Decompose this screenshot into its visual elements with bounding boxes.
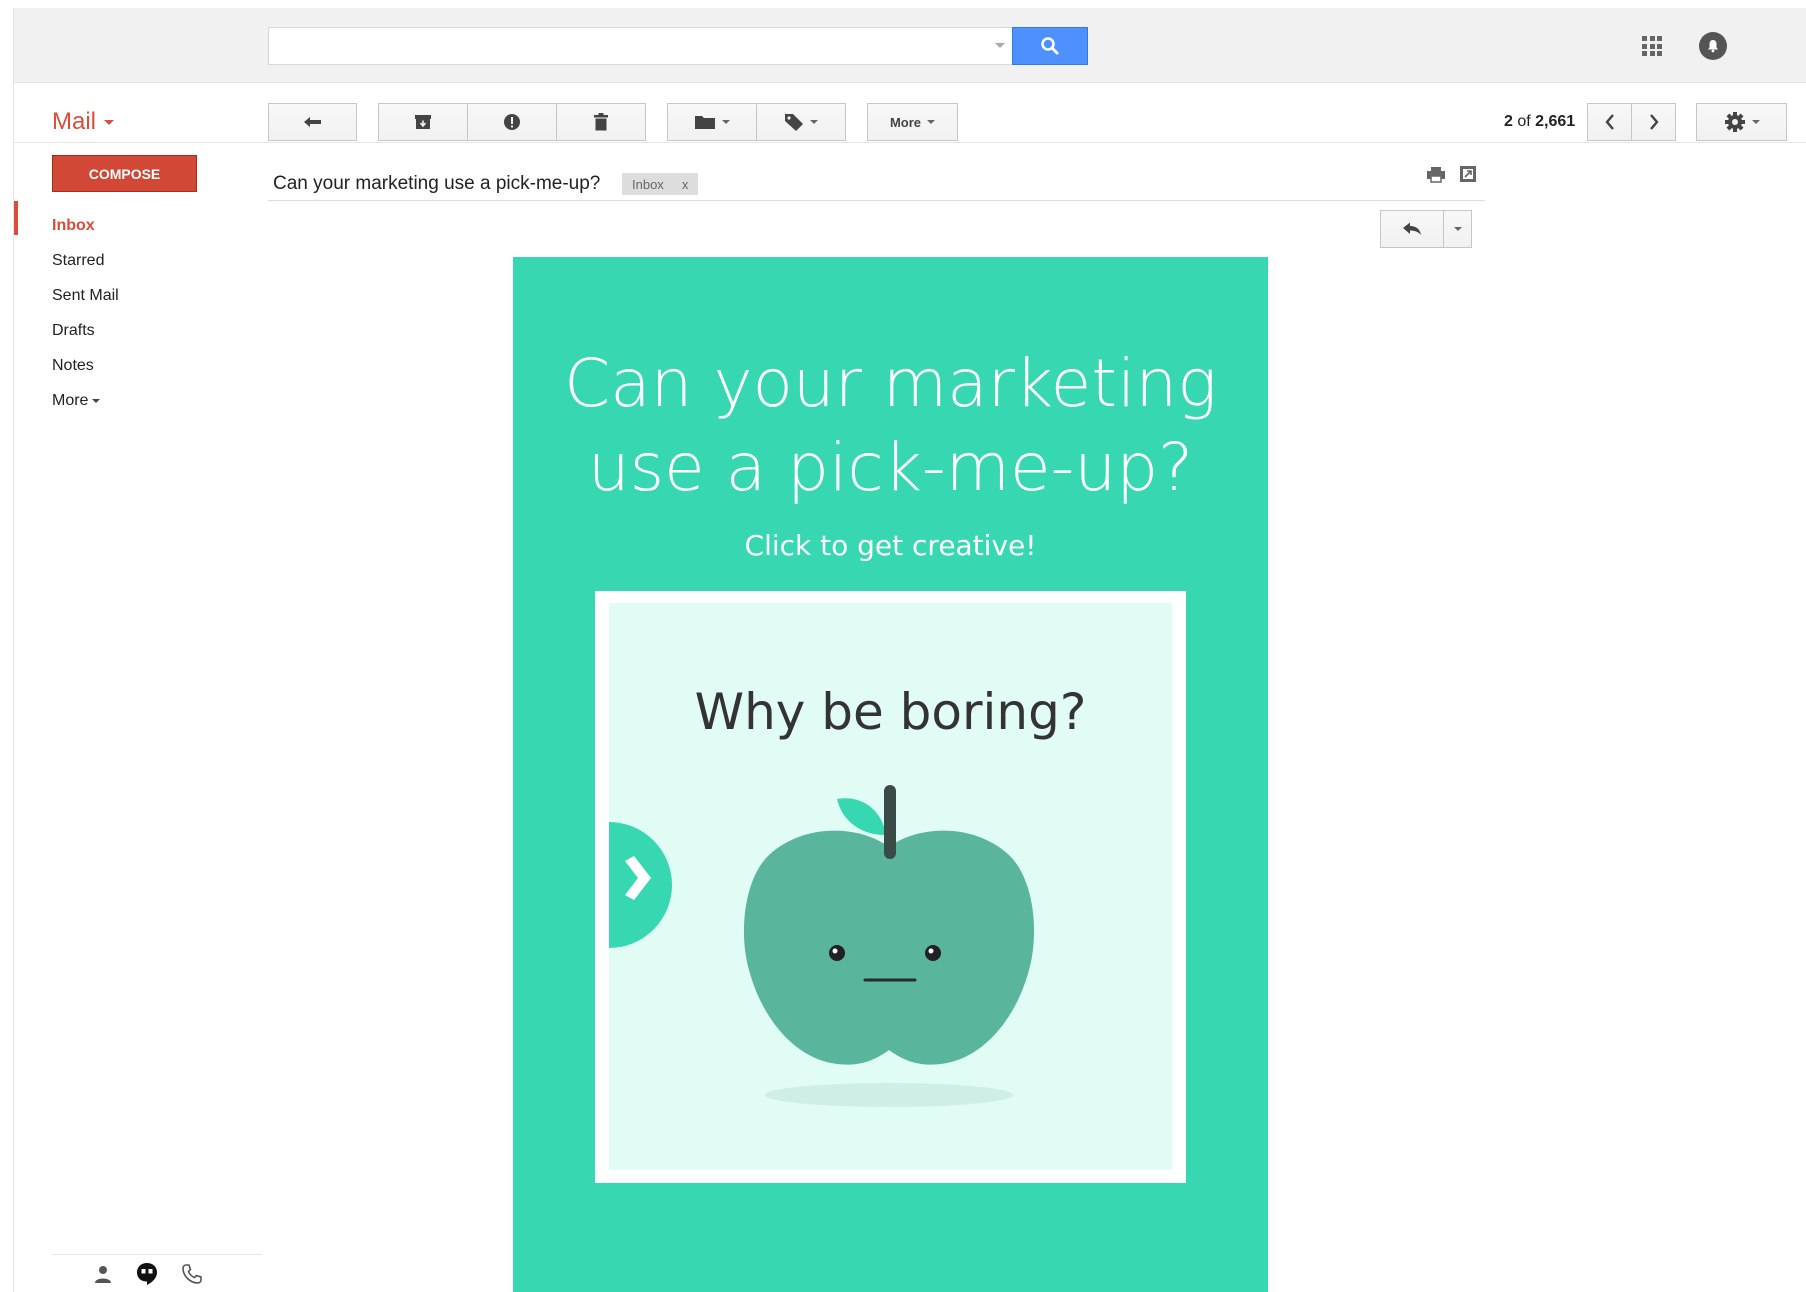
label-icon <box>785 114 803 131</box>
pager-of: of <box>1517 113 1531 130</box>
reply-options-caret-icon <box>1453 227 1462 231</box>
move-to-button[interactable] <box>667 103 757 141</box>
header-divider <box>268 200 1485 201</box>
email-image: Why be boring? <box>609 603 1172 1170</box>
email-body: Can your marketing use a pick-me-up? Cli… <box>513 257 1268 1292</box>
phone-icon[interactable] <box>182 1263 202 1284</box>
email-heading-line-2: use a pick-me-up? <box>587 429 1194 506</box>
apps-grid-icon[interactable] <box>1642 36 1662 56</box>
reply-options-button[interactable] <box>1444 210 1472 248</box>
sidebar-nav: Inbox Starred Sent Mail Drafts Notes Mor… <box>52 208 119 418</box>
mail-switcher[interactable]: Mail <box>52 108 115 136</box>
message-subject: Can your marketing use a pick-me-up? <box>273 173 601 194</box>
gmail-window: Mail More 2 of 2,661 COMPOSE Inbox Starr… <box>13 8 1806 1292</box>
folder-icon <box>695 116 715 129</box>
settings-caret-icon <box>1751 120 1760 124</box>
delete-button[interactable] <box>556 103 646 141</box>
search-input[interactable] <box>268 27 1013 65</box>
notifications-icon[interactable] <box>1699 32 1727 60</box>
report-spam-button[interactable] <box>467 103 557 141</box>
move-to-caret-icon <box>722 120 730 124</box>
new-window-icon[interactable] <box>1459 165 1477 183</box>
card-title: Why be boring? <box>694 683 1087 741</box>
sidebar-item-sent-mail[interactable]: Sent Mail <box>52 278 119 313</box>
inbox-label-text: Inbox <box>632 176 664 192</box>
archive-button[interactable] <box>378 103 468 141</box>
email-cta-link[interactable]: Click to get creative! <box>513 529 1268 562</box>
pager-total: 2,661 <box>1535 113 1576 130</box>
sidebar-item-more[interactable]: More <box>52 383 119 418</box>
chevron-right-icon <box>1649 114 1659 130</box>
archive-icon <box>415 115 431 129</box>
sidebar-item-notes[interactable]: Notes <box>52 348 119 383</box>
chevron-right-arrow-icon <box>625 856 651 900</box>
apple-illustration <box>743 785 1035 1107</box>
back-arrow-icon <box>303 117 321 127</box>
older-button[interactable] <box>1631 103 1676 141</box>
delete-icon <box>594 113 608 131</box>
sidebar-item-inbox[interactable]: Inbox <box>52 208 119 243</box>
inbox-label-chip[interactable]: Inbox x <box>622 173 699 195</box>
action-toolbar: Mail More 2 of 2,661 <box>14 83 1806 143</box>
email-image-card[interactable]: Why be boring? <box>595 591 1186 1183</box>
sidebar-item-starred[interactable]: Starred <box>52 243 119 278</box>
remove-label-button[interactable]: x <box>682 177 689 192</box>
print-icon[interactable] <box>1426 166 1446 184</box>
pager-current: 2 <box>1504 113 1513 130</box>
email-heading: Can your marketing use a pick-me-up? <box>513 342 1268 510</box>
more-actions-caret-icon <box>927 120 936 124</box>
report-spam-icon <box>504 114 520 130</box>
newer-button[interactable] <box>1587 103 1632 141</box>
person-icon[interactable] <box>94 1264 112 1284</box>
sidebar-item-more-label: More <box>52 391 89 409</box>
sidebar-bottom-tabs <box>52 1254 262 1292</box>
settings-button[interactable] <box>1696 103 1787 141</box>
mail-dropdown-caret-icon <box>104 119 115 125</box>
compose-button[interactable]: COMPOSE <box>52 155 197 192</box>
sidebar-item-drafts[interactable]: Drafts <box>52 313 119 348</box>
more-actions-label: More <box>889 114 922 130</box>
mail-label: Mail <box>52 108 97 135</box>
chevron-left-icon <box>1604 114 1614 130</box>
more-actions-button[interactable]: More <box>867 103 958 141</box>
reply-icon <box>1403 222 1421 235</box>
email-heading-line-1: Can your marketing <box>564 345 1217 422</box>
labels-caret-icon <box>810 120 818 124</box>
search-icon <box>1041 37 1059 55</box>
reply-button[interactable] <box>1380 210 1444 248</box>
search-button[interactable] <box>1012 27 1088 65</box>
search-options-caret-icon[interactable] <box>995 43 1005 48</box>
active-nav-indicator <box>14 201 18 235</box>
top-bar <box>14 8 1806 83</box>
pager-count: 2 of 2,661 <box>1504 113 1575 131</box>
back-to-inbox-button[interactable] <box>268 103 357 141</box>
labels-button[interactable] <box>756 103 846 141</box>
settings-gear-icon <box>1724 112 1745 132</box>
hangouts-icon[interactable] <box>136 1262 158 1286</box>
reply-controls <box>1380 210 1472 248</box>
more-caret-icon <box>92 398 101 403</box>
